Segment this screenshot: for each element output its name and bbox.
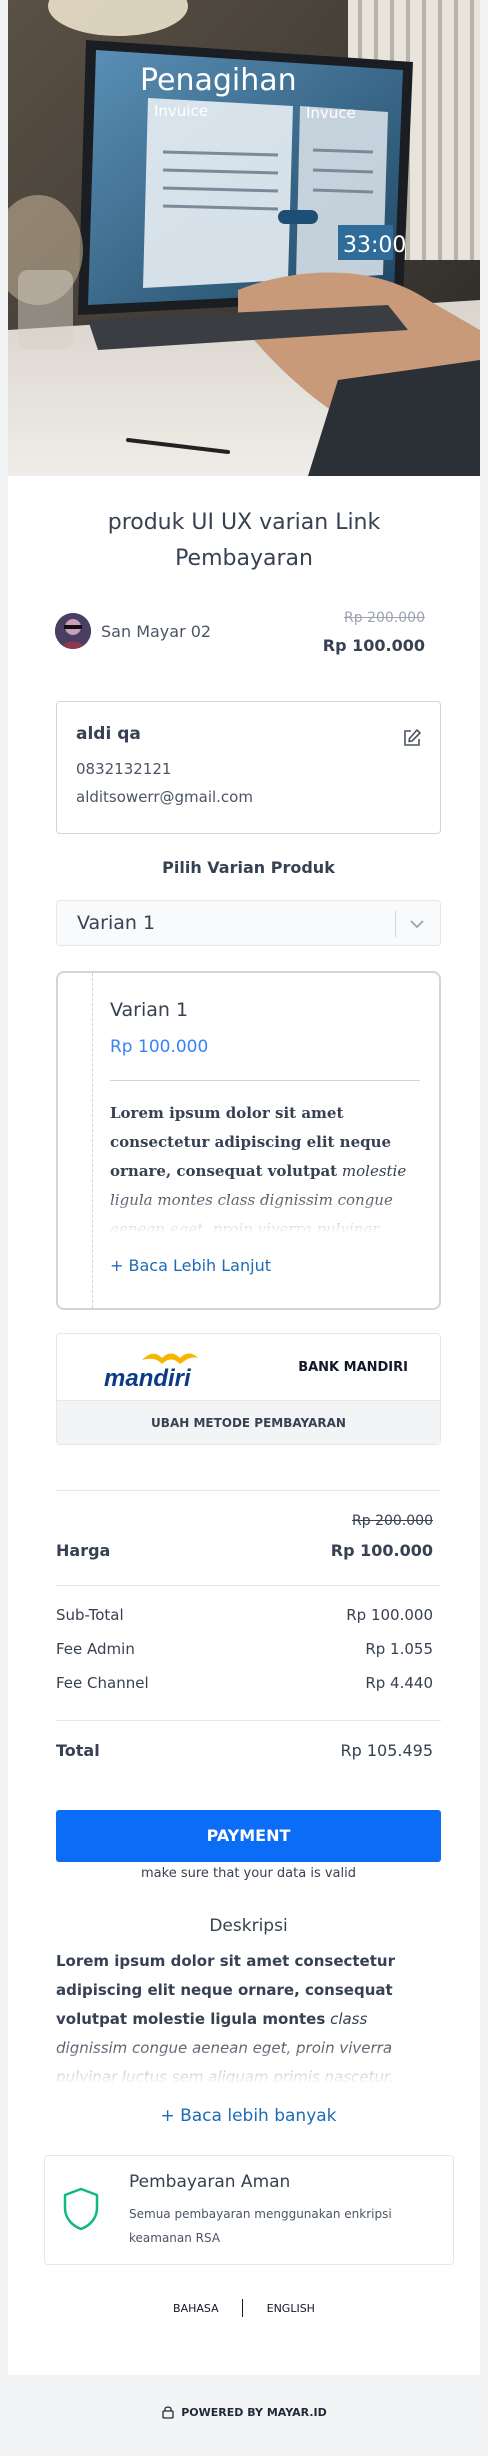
lock-icon bbox=[162, 2406, 174, 2419]
language-option-bahasa[interactable]: BAHASA bbox=[173, 2302, 219, 2315]
buyer-phone: 0832132121 bbox=[76, 760, 172, 778]
seller-avatar bbox=[55, 613, 91, 649]
divider bbox=[56, 1720, 441, 1721]
total-label: Total bbox=[56, 1741, 100, 1760]
hero-panel-left-title: Invuice bbox=[154, 102, 208, 120]
shield-icon bbox=[63, 2187, 99, 2231]
select-divider bbox=[395, 911, 396, 937]
edit-icon[interactable] bbox=[402, 728, 422, 748]
fee-channel-value: Rp 4.440 bbox=[365, 1674, 433, 1692]
variant-description-fade bbox=[110, 1193, 420, 1233]
payment-note: make sure that your data is valid bbox=[141, 1866, 356, 1881]
powered-by-text[interactable]: POWERED BY MAYAR.ID bbox=[181, 2406, 327, 2419]
original-price: Rp 200.000 bbox=[344, 610, 425, 626]
variant-name: Varian 1 bbox=[110, 999, 189, 1021]
subtotal-value: Rp 100.000 bbox=[346, 1606, 433, 1624]
variant-card[interactable]: Varian 1 Rp 100.000 Lorem ipsum dolor si… bbox=[56, 971, 441, 1310]
buyer-info-card: aldi qa 0832132121 alditsowerr@gmail.com bbox=[56, 701, 441, 834]
fee-admin-value: Rp 1.055 bbox=[365, 1640, 433, 1658]
variant-separator bbox=[110, 1080, 420, 1081]
variant-select-label: Pilih Varian Produk bbox=[162, 858, 335, 877]
language-switcher: BAHASA ENGLISH bbox=[8, 2299, 480, 2317]
language-separator bbox=[242, 2299, 244, 2317]
description-body: Lorem ipsum dolor sit amet consectetur a… bbox=[56, 1947, 441, 2084]
variant-card-divider bbox=[92, 973, 93, 1308]
checkout-page: Penagihan Invuice Invuce 33:00 produk UI… bbox=[8, 0, 480, 2375]
variant-description: Lorem ipsum dolor sit amet consectetur a… bbox=[110, 1099, 420, 1233]
chevron-down-icon[interactable] bbox=[408, 915, 426, 933]
secure-payment-text: Semua pembayaran menggunakan enkripsi ke… bbox=[129, 2207, 392, 2245]
payment-method-card: mandiri BANK MANDIRI UBAH METODE PEMBAYA… bbox=[56, 1333, 441, 1445]
buyer-email: alditsowerr@gmail.com bbox=[76, 788, 253, 806]
current-price: Rp 100.000 bbox=[322, 636, 425, 655]
bank-name: BANK MANDIRI bbox=[298, 1360, 408, 1375]
price-label: Harga bbox=[56, 1541, 111, 1560]
fee-admin-label: Fee Admin bbox=[56, 1640, 135, 1658]
mandiri-logo: mandiri bbox=[104, 1353, 198, 1392]
variant-price: Rp 100.000 bbox=[110, 1037, 209, 1057]
mandiri-logo-text: mandiri bbox=[104, 1365, 192, 1392]
secure-payment-card: Pembayaran Aman Semua pembayaran menggun… bbox=[44, 2155, 454, 2265]
product-hero-image: Penagihan Invuice Invuce 33:00 bbox=[8, 0, 480, 476]
description-fade bbox=[56, 2039, 441, 2084]
language-option-english[interactable]: ENGLISH bbox=[267, 2302, 315, 2315]
hero-amount: 33:00 bbox=[343, 233, 406, 258]
subtotal-label: Sub-Total bbox=[56, 1606, 124, 1624]
seller-info: San Mayar 02 bbox=[55, 613, 211, 649]
payment-button[interactable]: PAYMENT bbox=[56, 1810, 441, 1862]
variant-select[interactable]: Varian 1 bbox=[56, 900, 441, 946]
description-title: Deskripsi bbox=[209, 1916, 288, 1936]
product-title: produk UI UX varian Link Pembayaran bbox=[107, 510, 381, 571]
powered-by-footer: POWERED BY MAYAR.ID bbox=[0, 2405, 488, 2419]
fee-channel-label: Fee Channel bbox=[56, 1674, 149, 1692]
hero-screen-title: Penagihan bbox=[140, 63, 297, 98]
description-read-more-link[interactable]: + Baca lebih banyak bbox=[56, 2106, 441, 2126]
price-value: Rp 100.000 bbox=[330, 1541, 433, 1560]
summary-original-price: Rp 200.000 bbox=[352, 1513, 433, 1529]
buyer-name: aldi qa bbox=[76, 724, 141, 744]
hero-panel-right-title: Invuce bbox=[306, 104, 356, 122]
variant-select-value: Varian 1 bbox=[77, 912, 156, 934]
seller-name: San Mayar 02 bbox=[101, 621, 212, 641]
change-payment-method-button[interactable]: UBAH METODE PEMBAYARAN bbox=[57, 1400, 440, 1444]
divider bbox=[56, 1585, 441, 1586]
variant-read-more-link[interactable]: + Baca Lebih Lanjut bbox=[110, 1256, 271, 1275]
divider bbox=[56, 1490, 441, 1491]
secure-payment-title: Pembayaran Aman bbox=[129, 2172, 291, 2192]
total-value: Rp 105.495 bbox=[340, 1741, 433, 1760]
